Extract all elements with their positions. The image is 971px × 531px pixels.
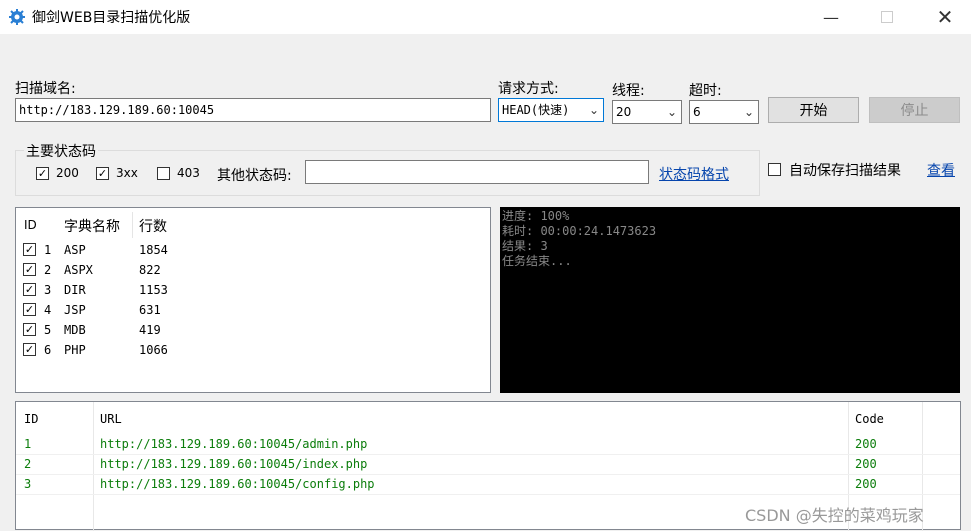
checkbox-403-label: 403 bbox=[177, 166, 200, 180]
dict-row-checkbox[interactable]: ✓ bbox=[23, 343, 36, 356]
dict-row-checkbox[interactable]: ✓ bbox=[23, 283, 36, 296]
results-header-id[interactable]: ID bbox=[24, 412, 38, 426]
other-codes-label: 其他状态码: bbox=[217, 168, 292, 184]
table-row[interactable]: 2 http://183.129.189.60:10045/index.php 20… bbox=[16, 454, 960, 475]
results-header-code[interactable]: Code bbox=[855, 412, 884, 426]
maximize-button[interactable] bbox=[864, 0, 910, 34]
result-code: 200 bbox=[855, 457, 877, 471]
chevron-down-icon: ⌄ bbox=[588, 103, 599, 117]
log-line: 进度: 100% bbox=[502, 209, 570, 223]
dict-row-name: MDB bbox=[64, 323, 86, 337]
dict-row-name: ASP bbox=[64, 243, 86, 257]
method-select[interactable]: HEAD(快速) ⌄ bbox=[498, 98, 604, 122]
dict-row-checkbox[interactable]: ✓ bbox=[23, 323, 36, 336]
window-title: 御剑WEB目录扫描优化版 bbox=[32, 10, 191, 26]
check-icon: ✓ bbox=[24, 303, 35, 316]
chevron-down-icon: ⌄ bbox=[666, 105, 677, 119]
check-icon: ✓ bbox=[97, 167, 108, 180]
dict-row-id: 5 bbox=[44, 323, 52, 337]
dict-row[interactable]: ✓ 6 PHP 1066 bbox=[16, 341, 486, 361]
autosave-checkbox[interactable] bbox=[768, 163, 781, 176]
dict-row[interactable]: ✓ 1 ASP 1854 bbox=[16, 241, 486, 261]
dict-row-lines: 822 bbox=[139, 263, 161, 277]
result-url: http://183.129.189.60:10045/config.php bbox=[100, 477, 375, 491]
dict-row-checkbox[interactable]: ✓ bbox=[23, 263, 36, 276]
dict-row[interactable]: ✓ 3 DIR 1153 bbox=[16, 281, 486, 301]
other-codes-input[interactable] bbox=[305, 160, 649, 184]
checkbox-200-label: 200 bbox=[56, 166, 79, 180]
dict-header-lines[interactable]: 行数 bbox=[139, 216, 167, 236]
dict-row-lines: 1153 bbox=[139, 283, 168, 297]
check-icon: ✓ bbox=[37, 167, 48, 180]
dict-row-lines: 1854 bbox=[139, 243, 168, 257]
dict-row-name: PHP bbox=[64, 343, 86, 357]
log-line: 结果: 3 bbox=[502, 239, 548, 253]
log-console: 进度: 100% 耗时: 00:00:24.1473623 结果: 3 任务结束… bbox=[500, 207, 960, 393]
results-header-url[interactable]: URL bbox=[100, 412, 122, 426]
result-url: http://183.129.189.60:10045/admin.php bbox=[100, 437, 368, 451]
result-id: 3 bbox=[24, 477, 32, 491]
dict-header-divider bbox=[132, 212, 133, 238]
table-row[interactable]: 3 http://183.129.189.60:10045/config.php 2… bbox=[16, 474, 960, 495]
dict-row-name: DIR bbox=[64, 283, 86, 297]
check-icon: ✓ bbox=[24, 323, 35, 336]
close-button[interactable]: ✕ bbox=[922, 0, 968, 34]
check-icon: ✓ bbox=[24, 283, 35, 296]
dict-row-id: 4 bbox=[44, 303, 52, 317]
autosave-label: 自动保存扫描结果 bbox=[789, 163, 901, 179]
start-button[interactable]: 开始 bbox=[768, 97, 859, 123]
dict-row-lines: 631 bbox=[139, 303, 161, 317]
dict-row-lines: 1066 bbox=[139, 343, 168, 357]
stop-button[interactable]: 停止 bbox=[869, 97, 960, 123]
result-code: 200 bbox=[855, 437, 877, 451]
method-label: 请求方式: bbox=[498, 81, 559, 97]
minimize-button[interactable]: — bbox=[808, 0, 854, 34]
checkbox-200[interactable]: ✓ bbox=[36, 167, 49, 180]
result-url: http://183.129.189.60:10045/index.php bbox=[100, 457, 368, 471]
dict-header-id[interactable]: ID bbox=[24, 218, 37, 232]
dict-row[interactable]: ✓ 5 MDB 419 bbox=[16, 321, 486, 341]
chevron-down-icon: ⌄ bbox=[743, 105, 754, 119]
threads-value: 20 bbox=[616, 105, 632, 119]
domain-input[interactable]: http://183.129.189.60:10045 bbox=[15, 98, 491, 122]
dict-row-name: ASPX bbox=[64, 263, 93, 277]
result-id: 2 bbox=[24, 457, 32, 471]
view-link[interactable]: 查看 bbox=[927, 160, 955, 180]
dict-row-id: 6 bbox=[44, 343, 52, 357]
status-group-label: 主要状态码 bbox=[24, 141, 98, 161]
check-icon: ✓ bbox=[24, 243, 35, 256]
threads-select[interactable]: 20 ⌄ bbox=[612, 100, 682, 124]
dict-row-id: 2 bbox=[44, 263, 52, 277]
check-icon: ✓ bbox=[24, 343, 35, 356]
checkbox-3xx[interactable]: ✓ bbox=[96, 167, 109, 180]
watermark: CSDN @失控的菜鸡玩家 bbox=[745, 506, 924, 525]
log-line: 任务结束... bbox=[502, 254, 572, 268]
timeout-select[interactable]: 6 ⌄ bbox=[689, 100, 759, 124]
dict-row-id: 1 bbox=[44, 243, 52, 257]
check-icon: ✓ bbox=[24, 263, 35, 276]
timeout-value: 6 bbox=[693, 105, 701, 119]
status-format-link[interactable]: 状态码格式 bbox=[659, 164, 729, 184]
dict-row[interactable]: ✓ 4 JSP 631 bbox=[16, 301, 486, 321]
dict-header-name[interactable]: 字典名称 bbox=[64, 216, 120, 236]
dict-row-checkbox[interactable]: ✓ bbox=[23, 303, 36, 316]
checkbox-403[interactable] bbox=[157, 167, 170, 180]
dictionary-list[interactable]: ID 字典名称 行数 ✓ 1 ASP 1854 ✓ 2 ASPX 822 ✓ 3 DIR 1153 ✓ 4… bbox=[15, 207, 491, 393]
checkbox-3xx-label: 3xx bbox=[116, 166, 138, 180]
app-icon bbox=[8, 8, 26, 26]
result-code: 200 bbox=[855, 477, 877, 491]
method-value: HEAD(快速) bbox=[502, 103, 570, 117]
threads-label: 线程: bbox=[612, 83, 645, 99]
timeout-label: 超时: bbox=[689, 83, 722, 99]
dict-row[interactable]: ✓ 2 ASPX 822 bbox=[16, 261, 486, 281]
log-line: 耗时: 00:00:24.1473623 bbox=[502, 224, 657, 238]
table-row[interactable]: 1 http://183.129.189.60:10045/admin.php 20… bbox=[16, 434, 960, 455]
dict-row-lines: 419 bbox=[139, 323, 161, 337]
dict-row-id: 3 bbox=[44, 283, 52, 297]
dict-row-checkbox[interactable]: ✓ bbox=[23, 243, 36, 256]
domain-label: 扫描域名: bbox=[15, 81, 76, 97]
dict-row-name: JSP bbox=[64, 303, 86, 317]
result-id: 1 bbox=[24, 437, 32, 451]
